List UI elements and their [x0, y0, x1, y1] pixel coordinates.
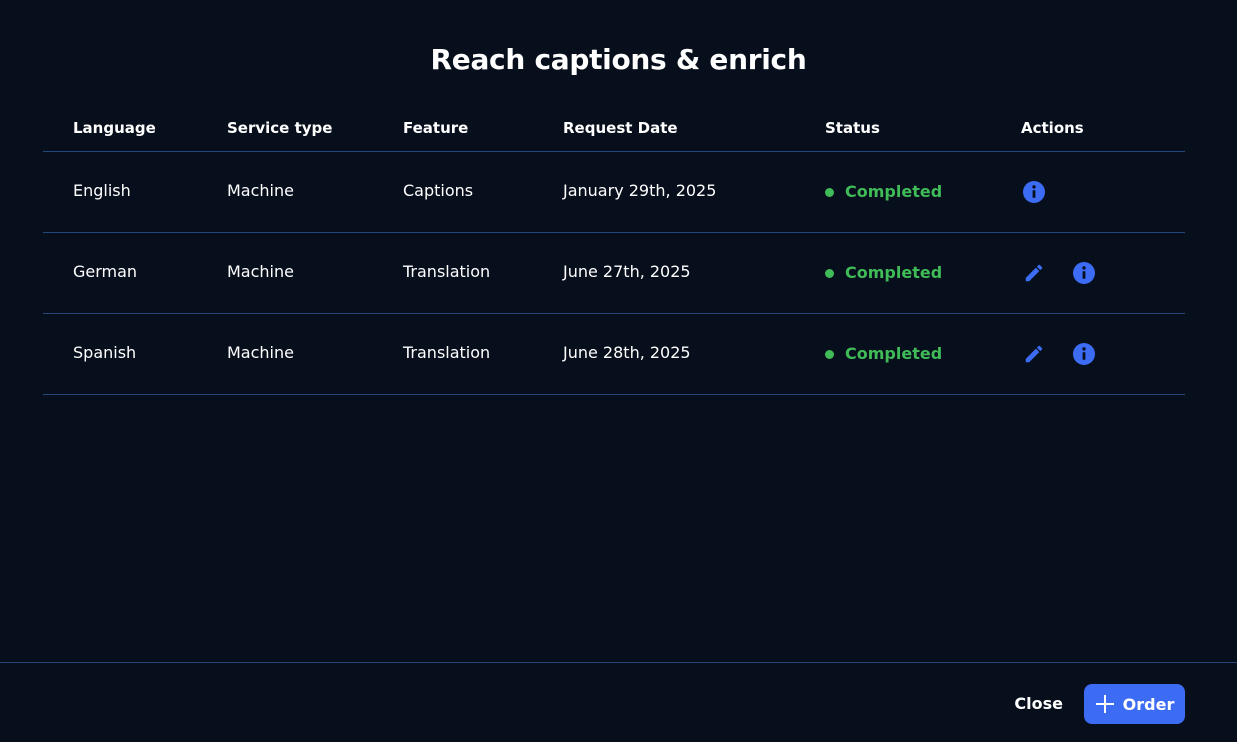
edit-icon: [1025, 264, 1043, 282]
header-service-type: Service type: [227, 119, 333, 137]
status-dot-icon: [825, 349, 834, 359]
order-button[interactable]: Order: [1084, 684, 1185, 724]
cell-actions: [1021, 314, 1121, 394]
status-label: Completed: [845, 344, 943, 363]
dialog-title: Reach captions & enrich: [430, 43, 807, 76]
cell-language: Spanish: [73, 343, 137, 362]
header-feature: Feature: [403, 119, 469, 137]
header-actions: Actions: [1021, 119, 1084, 137]
info-icon: [1073, 262, 1095, 284]
dialog-footer: Close Order: [0, 662, 1237, 742]
info-button[interactable]: [1071, 260, 1097, 286]
header-status: Status: [825, 119, 880, 137]
requests-table: Language Service type Feature Request Da…: [43, 108, 1185, 395]
status-badge: Completed: [825, 233, 942, 313]
table-header-row: Language Service type Feature Request Da…: [43, 108, 1185, 152]
info-button[interactable]: [1021, 179, 1047, 205]
cell-request-date: June 28th, 2025: [563, 343, 691, 362]
info-icon: [1023, 181, 1045, 203]
edit-icon: [1025, 345, 1043, 363]
order-label: Order: [1122, 694, 1175, 714]
header-request-date: Request Date: [563, 119, 678, 137]
info-button[interactable]: [1071, 341, 1097, 367]
cell-service-type: Machine: [227, 262, 294, 281]
cell-feature: Captions: [403, 181, 474, 200]
cell-status: Completed: [825, 233, 942, 313]
table-row: English Machine Captions January 29th, 2…: [43, 152, 1185, 233]
status-label: Completed: [845, 182, 943, 201]
status-dot-icon: [825, 187, 834, 197]
reach-dialog: Reach captions & enrich Language Service…: [0, 0, 1237, 742]
cell-service-type: Machine: [227, 181, 294, 200]
cell-actions: [1021, 152, 1071, 232]
info-icon: [1073, 343, 1095, 365]
cell-request-date: June 27th, 2025: [563, 262, 691, 281]
header-language: Language: [73, 119, 156, 137]
cell-service-type: Machine: [227, 343, 294, 362]
close-button[interactable]: Close: [1014, 684, 1063, 724]
cell-language: German: [73, 262, 138, 281]
plus-icon: [1095, 694, 1115, 714]
table-row: German Machine Translation June 27th, 20…: [43, 233, 1185, 314]
cell-language: English: [73, 181, 131, 200]
cell-feature: Translation: [403, 262, 491, 281]
status-badge: Completed: [825, 152, 942, 232]
cell-request-date: January 29th, 2025: [563, 181, 717, 200]
edit-button[interactable]: [1021, 260, 1047, 286]
cell-status: Completed: [825, 314, 942, 394]
edit-button[interactable]: [1021, 341, 1047, 367]
status-label: Completed: [845, 263, 943, 282]
status-badge: Completed: [825, 314, 942, 394]
table-row: Spanish Machine Translation June 28th, 2…: [43, 314, 1185, 395]
cell-status: Completed: [825, 152, 942, 232]
cell-actions: [1021, 233, 1121, 313]
cell-feature: Translation: [403, 343, 491, 362]
status-dot-icon: [825, 268, 834, 278]
